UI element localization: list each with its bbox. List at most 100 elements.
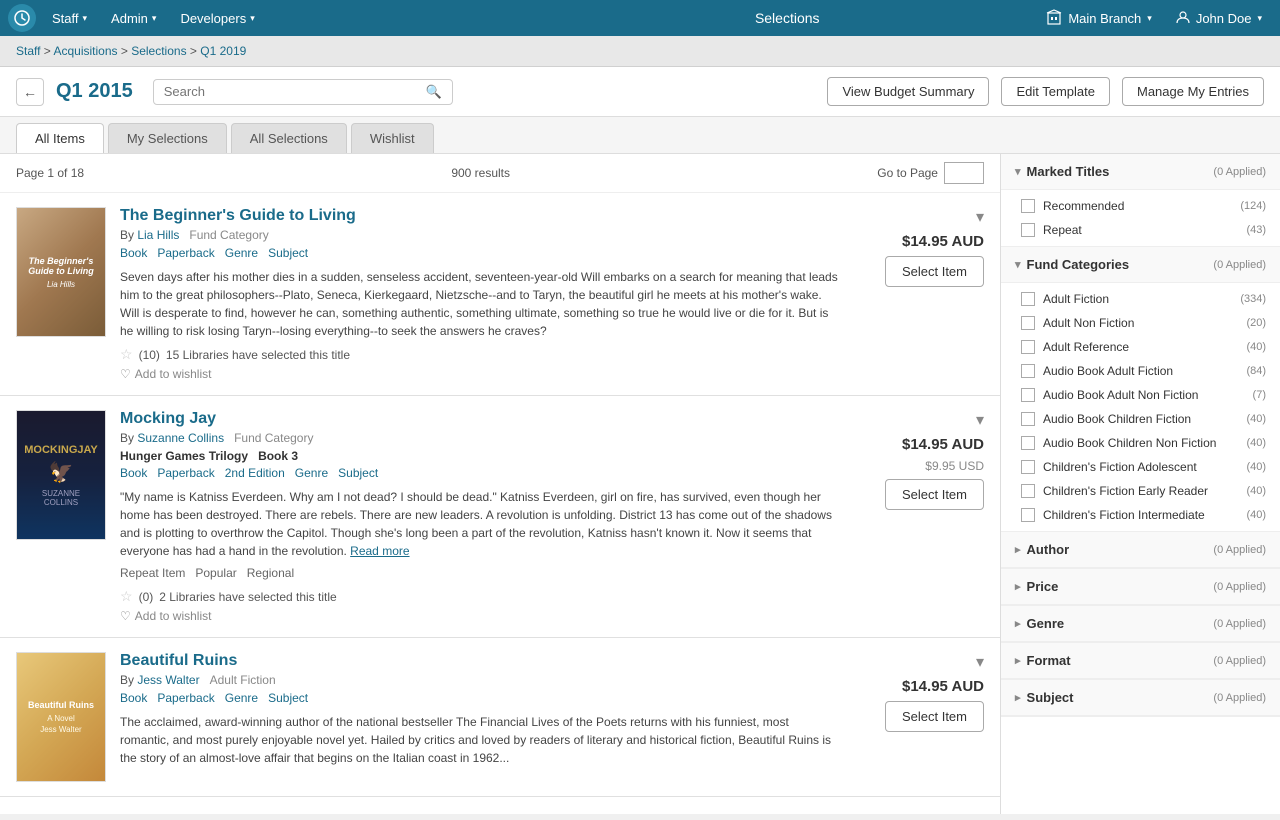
filter-marked-titles-header[interactable]: ▾ Marked Titles (0 Applied) — [1001, 154, 1280, 190]
book-meta: Book Paperback Genre Subject — [120, 246, 840, 260]
filter-item-repeat[interactable]: Repeat (43) — [1001, 218, 1280, 242]
search-box: 🔍 — [153, 79, 453, 105]
book-item: MOCKINGJAY 🦅 SUZANNE COLLINS Mocking Jay… — [0, 396, 1000, 638]
author-name[interactable]: Jess Walter — [137, 673, 199, 687]
content-area: Page 1 of 18 900 results Go to Page The … — [0, 154, 1000, 814]
read-more-link[interactable]: Read more — [350, 544, 409, 558]
manage-entries-button[interactable]: Manage My Entries — [1122, 77, 1264, 106]
filter-item[interactable]: Audio Book Adult Non Fiction (7) — [1001, 383, 1280, 407]
branch-chevron-icon: ▾ — [1147, 13, 1152, 24]
filter-format-header[interactable]: ▸ Format (0 Applied) — [1001, 643, 1280, 679]
author-name[interactable]: Lia Hills — [137, 228, 179, 242]
author-arrow-icon: ▸ — [1015, 543, 1021, 556]
tab-all-selections[interactable]: All Selections — [231, 123, 347, 153]
expand-button[interactable]: ▾ — [976, 410, 984, 430]
filter-fund-categories-header[interactable]: ▾ Fund Categories (0 Applied) — [1001, 247, 1280, 283]
book-series: Hunger Games Trilogy Book 3 — [120, 449, 840, 463]
wishlist-button[interactable]: ♡ Add to wishlist — [120, 367, 840, 381]
breadcrumb-q12019[interactable]: Q1 2019 — [200, 44, 246, 58]
book-title: The Beginner's Guide to Living — [120, 207, 840, 225]
price-main: $14.95 AUD — [902, 233, 984, 250]
search-icon: 🔍 — [426, 84, 442, 100]
fund-categories-items: Adult Fiction (334) Adult Non Fiction (2… — [1001, 283, 1280, 531]
filter-item[interactable]: Audio Book Adult Fiction (84) — [1001, 359, 1280, 383]
marked-titles-arrow-icon: ▾ — [1015, 165, 1021, 178]
nav-staff[interactable]: Staff ▾ — [40, 0, 99, 36]
edit-template-button[interactable]: Edit Template — [1001, 77, 1110, 106]
filter-author-header[interactable]: ▸ Author (0 Applied) — [1001, 532, 1280, 568]
childrens-early-reader-checkbox[interactable] — [1021, 484, 1035, 498]
goto-page: Go to Page — [877, 162, 984, 184]
filter-item[interactable]: Children's Fiction Adolescent (40) — [1001, 455, 1280, 479]
page-number-input[interactable] — [944, 162, 984, 184]
view-budget-button[interactable]: View Budget Summary — [827, 77, 989, 106]
filter-item[interactable]: Adult Non Fiction (20) — [1001, 311, 1280, 335]
select-item-button[interactable]: Select Item — [885, 256, 984, 287]
back-button[interactable]: ← — [16, 78, 44, 106]
price-main: $14.95 AUD — [902, 678, 984, 695]
filter-item[interactable]: Adult Reference (40) — [1001, 335, 1280, 359]
expand-button[interactable]: ▾ — [976, 652, 984, 672]
filter-item[interactable]: Audio Book Children Fiction (40) — [1001, 407, 1280, 431]
price-alt: $9.95 USD — [925, 459, 984, 473]
wishlist-button[interactable]: ♡ Add to wishlist — [120, 609, 840, 623]
filter-item-recommended[interactable]: Recommended (124) — [1001, 194, 1280, 218]
adult-non-fiction-checkbox[interactable] — [1021, 316, 1035, 330]
tab-all-items[interactable]: All Items — [16, 123, 104, 153]
audio-children-non-fiction-checkbox[interactable] — [1021, 436, 1035, 450]
breadcrumb-staff[interactable]: Staff — [16, 44, 40, 58]
marked-titles-items: Recommended (124) Repeat (43) — [1001, 190, 1280, 246]
book-description: Seven days after his mother dies in a su… — [120, 268, 840, 340]
expand-button[interactable]: ▾ — [976, 207, 984, 227]
filter-subject-header[interactable]: ▸ Subject (0 Applied) — [1001, 680, 1280, 716]
breadcrumb-selections[interactable]: Selections — [131, 44, 186, 58]
nav-admin[interactable]: Admin ▾ — [99, 0, 168, 36]
book-item: The Beginner's Guide to Living Lia Hills… — [0, 193, 1000, 396]
format-arrow-icon: ▸ — [1015, 654, 1021, 667]
tab-my-selections[interactable]: My Selections — [108, 123, 227, 153]
author-name[interactable]: Suzanne Collins — [137, 431, 224, 445]
fund-categories-arrow-icon: ▾ — [1015, 258, 1021, 271]
book-description: The acclaimed, award-winning author of t… — [120, 713, 840, 767]
tabs-bar: All Items My Selections All Selections W… — [0, 117, 1280, 154]
filter-price-header[interactable]: ▸ Price (0 Applied) — [1001, 569, 1280, 605]
childrens-adolescent-checkbox[interactable] — [1021, 460, 1035, 474]
developers-chevron-icon: ▾ — [250, 13, 255, 24]
childrens-intermediate-checkbox[interactable] — [1021, 508, 1035, 522]
filter-item[interactable]: Audio Book Children Non Fiction (40) — [1001, 431, 1280, 455]
repeat-checkbox[interactable] — [1021, 223, 1035, 237]
results-count: 900 results — [451, 166, 510, 180]
filter-price: ▸ Price (0 Applied) — [1001, 569, 1280, 606]
nav-center-label: Selections — [538, 10, 1036, 26]
audio-adult-non-fiction-checkbox[interactable] — [1021, 388, 1035, 402]
audio-adult-fiction-checkbox[interactable] — [1021, 364, 1035, 378]
filter-item[interactable]: Children's Fiction Intermediate (40) — [1001, 503, 1280, 527]
book-cover-beginner: The Beginner's Guide to Living Lia Hills — [16, 207, 106, 337]
format-applied: (0 Applied) — [1213, 655, 1266, 667]
adult-reference-checkbox[interactable] — [1021, 340, 1035, 354]
breadcrumb-acquisitions[interactable]: Acquisitions — [53, 44, 117, 58]
recommended-count: (124) — [1240, 200, 1266, 212]
nav-branch[interactable]: Main Branch ▾ — [1036, 9, 1162, 28]
select-item-button[interactable]: Select Item — [885, 479, 984, 510]
filter-item[interactable]: Children's Fiction Early Reader (40) — [1001, 479, 1280, 503]
breadcrumb: Staff > Acquisitions > Selections > Q1 2… — [0, 36, 1280, 67]
select-item-button[interactable]: Select Item — [885, 701, 984, 732]
filter-item[interactable]: Adult Fiction (334) — [1001, 287, 1280, 311]
book-action: ▾ $14.95 AUD Select Item — [854, 652, 984, 732]
fund-category: Fund Category — [234, 431, 313, 445]
nav-user[interactable]: John Doe ▾ — [1166, 10, 1272, 27]
tab-wishlist[interactable]: Wishlist — [351, 123, 434, 153]
nav-developers[interactable]: Developers ▾ — [168, 0, 266, 36]
book-info: Mocking Jay By Suzanne Collins Fund Cate… — [120, 410, 840, 623]
adult-fiction-checkbox[interactable] — [1021, 292, 1035, 306]
book-info: Beautiful Ruins By Jess Walter Adult Fic… — [120, 652, 840, 773]
recommended-checkbox[interactable] — [1021, 199, 1035, 213]
filter-genre-header[interactable]: ▸ Genre (0 Applied) — [1001, 606, 1280, 642]
audio-children-fiction-checkbox[interactable] — [1021, 412, 1035, 426]
search-input[interactable] — [164, 84, 426, 99]
star-icon: ☆ — [120, 588, 133, 605]
genre-applied: (0 Applied) — [1213, 618, 1266, 630]
price-arrow-icon: ▸ — [1015, 580, 1021, 593]
admin-chevron-icon: ▾ — [152, 13, 157, 24]
